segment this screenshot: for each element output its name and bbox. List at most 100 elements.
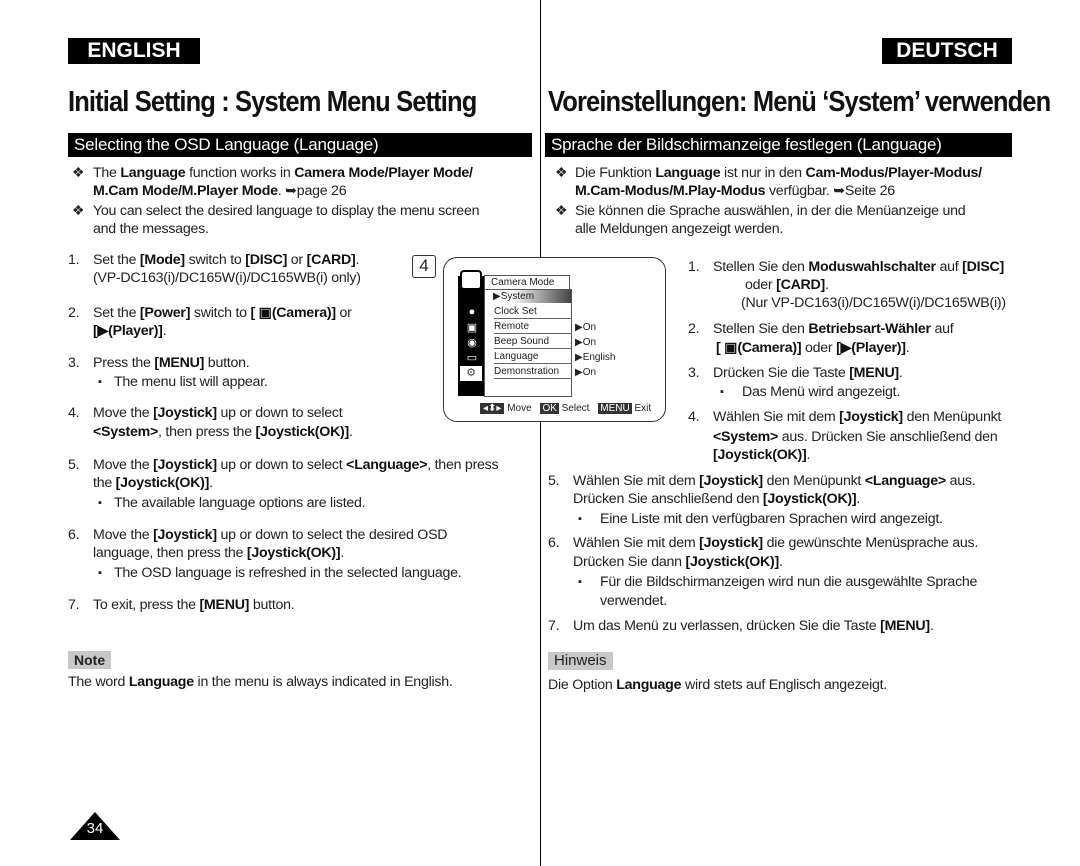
column-divider: [540, 0, 541, 866]
menu-mode-title: Camera Mode: [484, 275, 570, 289]
exit-label: Exit: [634, 403, 652, 414]
step-text: <System> aus. Drücken Sie anschließend d…: [713, 429, 998, 445]
step-text: the [Joystick(OK)].: [93, 475, 213, 491]
page-title-en: Initial Setting : System Menu Setting: [68, 86, 477, 118]
tv-icon: ▭: [466, 352, 478, 364]
step-subtext: The menu list will appear.: [114, 374, 268, 390]
step-subtext: The available language options are liste…: [114, 495, 366, 511]
step-number: 6.: [548, 535, 560, 551]
step-text: Wählen Sie mit dem [Joystick] die gewüns…: [573, 535, 979, 551]
step-text: [Joystick(OK)].: [713, 447, 811, 463]
step-text: [ ▣(Camera)] oder [▶(Player)].: [716, 340, 910, 356]
bullet-text: alle Meldungen angezeigt werden.: [575, 221, 784, 237]
joystick-icon: ◂⬍▸: [480, 403, 505, 414]
step-subtext: verwendet.: [600, 593, 667, 609]
bullet-text: Die Funktion Language ist nur in den Cam…: [575, 165, 982, 181]
step-text: Move the [Joystick] up or down to select: [93, 405, 343, 421]
hinweis-label: Hinweis: [548, 652, 613, 670]
deutsch-label: DEUTSCH: [882, 38, 1012, 64]
step-text: Move the [Joystick] up or down to select…: [93, 457, 499, 473]
square-bullet-icon: ▪: [720, 386, 724, 398]
hinweis-text: Die Option Language wird stets auf Engli…: [548, 677, 888, 693]
menu-item-label: Beep Sound: [494, 336, 550, 347]
menu-screen-illustration: Camera Mode ▶System ● ▣ ◉ ▭ ⚙ Clock Set R…: [443, 257, 666, 422]
menu-item: Beep Sound: [494, 335, 572, 349]
step-text: language, then press the [Joystick(OK)].: [93, 545, 345, 561]
step-number: 6.: [68, 527, 80, 543]
menu-item-label: Clock Set: [494, 306, 537, 317]
menu-item: Demonstration: [494, 365, 572, 379]
step-number: 7.: [68, 597, 80, 613]
square-bullet-icon: ▪: [98, 497, 102, 509]
menu-item-value: ▶On: [575, 322, 597, 333]
step-text: <System>, then press the [Joystick(OK)].: [93, 424, 353, 440]
section-title-de: Sprache der Bildschirmanzeige festlegen …: [545, 133, 1012, 157]
step-text: Press the [MENU] button.: [93, 355, 250, 371]
menu-item: Clock Set: [494, 305, 572, 319]
english-label: ENGLISH: [68, 38, 200, 64]
step-number: 1.: [68, 252, 80, 268]
step-number: 5.: [548, 473, 560, 489]
bullet-icon: ❖: [72, 165, 85, 181]
bullet-icon: ❖: [72, 203, 85, 219]
select-label: Select: [561, 403, 590, 414]
page-title-de: Voreinstellungen: Menü ‘System’ verwende…: [548, 86, 1051, 118]
step-text: To exit, press the [MENU] button.: [93, 597, 295, 613]
step-text: Wählen Sie mit dem [Joystick] den Menüpu…: [713, 409, 1002, 425]
square-bullet-icon: ▪: [98, 567, 102, 579]
menu-item-label: Language: [494, 351, 539, 362]
step-text: (Nur VP-DC163(i)/DC165W(i)/DC165WB(i)): [741, 295, 1006, 311]
square-bullet-icon: ▪: [578, 513, 582, 525]
menu-item-value: ▶On: [575, 367, 597, 378]
step-number: 2.: [68, 305, 80, 321]
step-number: 3.: [68, 355, 80, 371]
square-bullet-icon: ▪: [578, 576, 582, 588]
bullet-text: You can select the desired language to d…: [93, 203, 480, 219]
step-text: Stellen Sie den Betriebsart-Wähler auf: [713, 321, 954, 337]
step-text: Drücken Sie dann [Joystick(OK)].: [573, 554, 783, 570]
disc-icon: ◉: [467, 337, 477, 349]
step-text: Drücken Sie die Taste [MENU].: [713, 365, 903, 381]
bullet-text: Sie können die Sprache auswählen, in der…: [575, 203, 966, 219]
step-text: (VP-DC163(i)/DC165W(i)/DC165WB(i) only): [93, 270, 361, 286]
page-number: 34: [86, 820, 104, 837]
note-text: The word Language in the menu is always …: [68, 674, 453, 690]
menu-selected-system: ▶System: [485, 290, 571, 303]
menu-item: Language: [494, 350, 572, 364]
bullet-text: and the messages.: [93, 221, 209, 237]
step-subtext: Das Menü wird angezeigt.: [742, 384, 901, 400]
bullet-icon: ❖: [555, 165, 568, 181]
square-bullet-icon: ▪: [98, 376, 102, 388]
menu-item-value: ▶On: [575, 337, 597, 348]
bullet-icon: ❖: [555, 203, 568, 219]
menu-item: Remote: [494, 320, 572, 334]
bullet-text: The Language function works in Camera Mo…: [93, 165, 473, 181]
step-text: [▶(Player)].: [93, 323, 167, 339]
menu-footer: ◂⬍▸ Move OK Select MENU Exit: [480, 402, 651, 415]
step-subtext: The OSD language is refreshed in the sel…: [114, 565, 462, 581]
step-text: Set the [Power] switch to [ ▣(Camera)] o…: [93, 305, 352, 321]
step-subtext: Eine Liste mit den verfügbaren Sprachen …: [600, 511, 943, 527]
menu-icon: MENU: [598, 403, 632, 414]
step-text: Drücken Sie anschließend den [Joystick(O…: [573, 491, 861, 507]
move-label: Move: [507, 403, 532, 414]
bullet-text: M.Cam Mode/M.Player Mode. ➥page 26: [93, 183, 347, 199]
camera-mode-icon: [460, 270, 482, 290]
section-title-en: Selecting the OSD Language (Language): [68, 133, 532, 157]
step-text: Set the [Mode] switch to [DISC] or [CARD…: [93, 252, 360, 268]
step-number: 4.: [68, 405, 80, 421]
bullet-text: M.Cam-Modus/M.Play-Modus verfügbar. ➥Sei…: [575, 183, 895, 199]
step-text: Move the [Joystick] up or down to select…: [93, 527, 448, 543]
step-number: 3.: [688, 365, 700, 381]
step-subtext: Für die Bildschirmanzeigen wird nun die …: [600, 574, 978, 590]
step-text: Wählen Sie mit dem [Joystick] den Menüpu…: [573, 473, 976, 489]
step-number: 1.: [688, 259, 700, 275]
camera-icon: ▣: [466, 322, 478, 334]
photo-icon: ●: [468, 306, 476, 318]
step-text: Um das Menü zu verlassen, drücken Sie di…: [573, 618, 934, 634]
ok-icon: OK: [540, 403, 559, 414]
settings-gear-icon: ⚙: [460, 366, 482, 381]
step-number-box: 4: [412, 255, 436, 278]
menu-item-label: Remote: [494, 321, 530, 332]
menu-item-value: ▶English: [575, 352, 616, 363]
